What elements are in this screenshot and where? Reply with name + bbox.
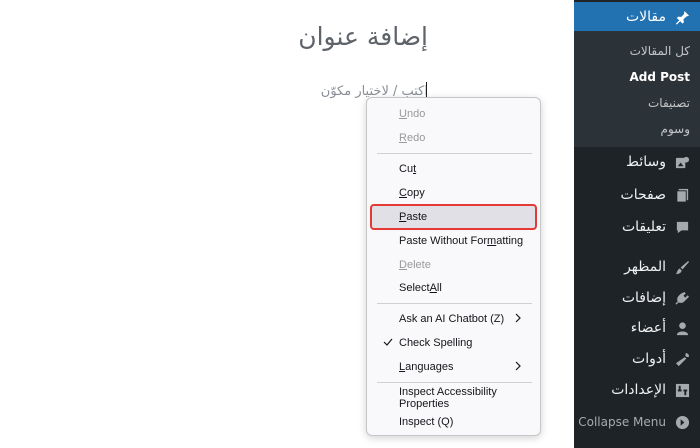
sidebar-item-posts[interactable]: مقالات xyxy=(574,2,700,32)
sidebar-item-label: الإعدادات xyxy=(611,382,666,398)
context-separator xyxy=(377,153,532,154)
context-item-inspect-accessibility[interactable]: Inspect Accessibility Properties xyxy=(371,386,536,410)
context-item-inspect[interactable]: Inspect (Q) xyxy=(371,411,536,433)
sidebar-item-label: صفحات xyxy=(620,187,666,203)
collapse-menu-label: Collapse Menu xyxy=(578,415,666,429)
plugins-icon xyxy=(674,290,690,306)
context-menu: Undo Redo Cu t Copy Paste Paste Without F… xyxy=(366,97,541,436)
submenu-add-post[interactable]: Add Post xyxy=(629,70,690,84)
sidebar-item-label: أدوات xyxy=(632,351,666,367)
chevron-right-icon xyxy=(515,313,521,323)
context-separator xyxy=(377,382,532,383)
pages-icon xyxy=(674,187,690,203)
sidebar-item-plugins[interactable]: إضافات xyxy=(574,283,700,313)
context-item-undo[interactable]: Undo xyxy=(371,103,536,125)
pin-icon xyxy=(674,9,690,25)
context-item-paste-without-formatting[interactable]: Paste Without For m atting xyxy=(371,230,536,252)
chevron-right-icon xyxy=(515,361,521,371)
posts-submenu: كل المقالات Add Post تصنيفات وسوم xyxy=(574,31,700,147)
context-item-redo[interactable]: Redo xyxy=(371,127,536,149)
sidebar-item-settings[interactable]: الإعدادات xyxy=(574,375,700,405)
submenu-categories[interactable]: تصنيفات xyxy=(648,96,690,110)
sidebar-item-label: المظهر xyxy=(624,259,666,275)
sidebar-item-label: أعضاء xyxy=(630,320,666,336)
sidebar-item-label: تعليقات xyxy=(621,219,666,235)
context-item-copy[interactable]: Copy xyxy=(371,182,536,204)
admin-sidebar: مقالات كل المقالات Add Post تصنيفات وسوم… xyxy=(574,0,700,448)
collapse-menu-button[interactable]: Collapse Menu xyxy=(574,408,700,436)
checkmark-icon xyxy=(383,338,393,346)
context-separator xyxy=(377,303,532,304)
sidebar-item-users[interactable]: أعضاء xyxy=(574,313,700,343)
sidebar-item-appearance[interactable]: المظهر xyxy=(574,252,700,282)
context-item-cut[interactable]: Cu t xyxy=(371,158,536,180)
collapse-arrow-icon xyxy=(674,414,690,430)
submenu-tags[interactable]: وسوم xyxy=(661,122,690,136)
sidebar-item-comments[interactable]: تعليقات xyxy=(574,212,700,242)
settings-icon xyxy=(674,382,690,398)
sidebar-item-media[interactable]: وسائط xyxy=(574,147,700,177)
comment-icon xyxy=(674,219,690,235)
sidebar-item-tools[interactable]: أدوات xyxy=(574,344,700,374)
sidebar-item-label: إضافات xyxy=(621,290,666,306)
sidebar-item-label: مقالات xyxy=(625,9,666,25)
context-item-select-all[interactable]: Select All xyxy=(371,277,536,299)
context-item-languages[interactable]: Languages xyxy=(371,356,536,378)
tools-icon xyxy=(674,351,690,367)
appearance-icon xyxy=(674,259,690,275)
submenu-all-posts[interactable]: كل المقالات xyxy=(630,44,690,58)
media-icon xyxy=(674,154,690,170)
users-icon xyxy=(674,320,690,336)
sidebar-item-label: وسائط xyxy=(626,154,666,170)
sidebar-item-pages[interactable]: صفحات xyxy=(574,180,700,210)
context-item-check-spelling[interactable]: Check Spelling xyxy=(371,332,536,354)
context-item-paste[interactable]: Paste xyxy=(370,204,537,230)
post-title-field[interactable]: إضافة عنوان xyxy=(298,22,428,51)
context-item-ask-ai-chatbot[interactable]: Ask an AI Chatbot (Z) xyxy=(371,308,536,330)
context-item-delete[interactable]: Delete xyxy=(371,254,536,276)
